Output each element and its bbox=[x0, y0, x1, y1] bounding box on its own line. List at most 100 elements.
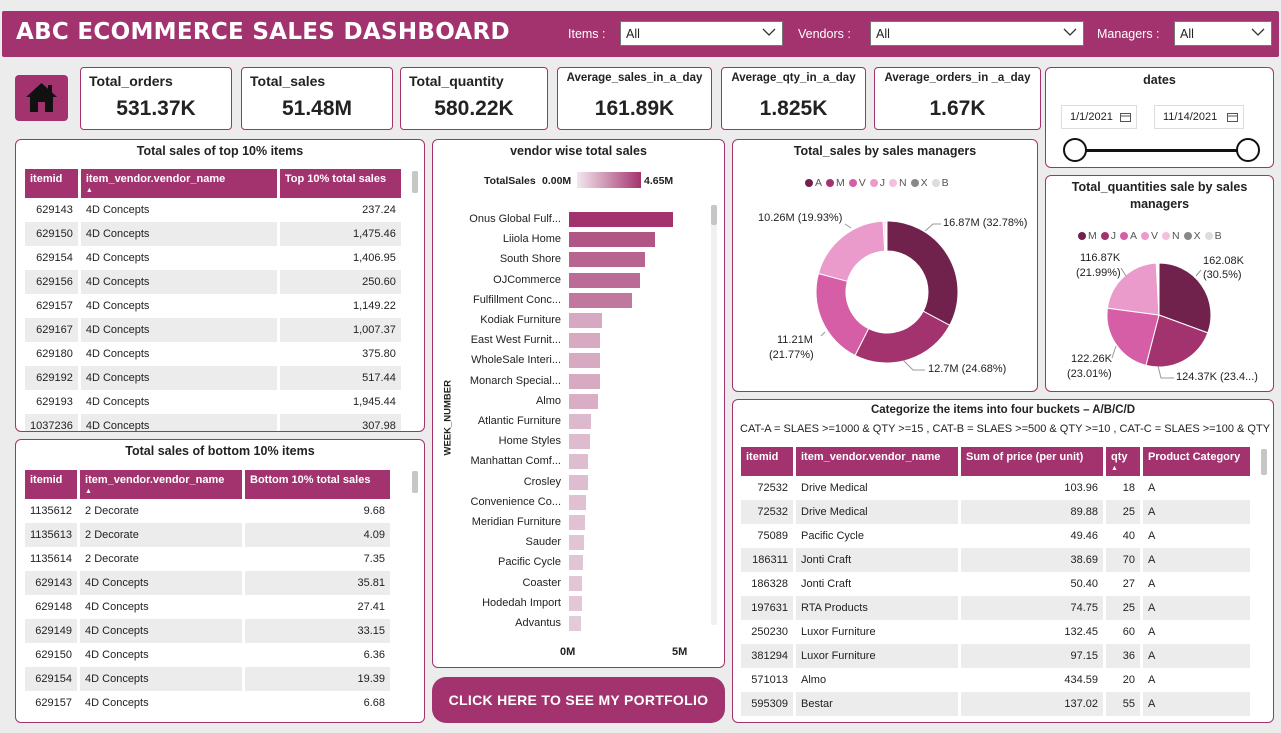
bar[interactable] bbox=[569, 515, 585, 530]
table-row[interactable]: 629148 4D Concepts 27.41 bbox=[25, 595, 394, 619]
table-row[interactable]: 186311 Jonti Craft 38.69 70 A bbox=[741, 548, 1253, 572]
table-row[interactable]: 629150 4D Concepts 1,475.46 bbox=[25, 222, 404, 246]
table-cell: 1,475.46 bbox=[279, 222, 404, 246]
table-row[interactable]: 1037236 4D Concepts 307.98 bbox=[25, 414, 404, 431]
table-row[interactable]: 629157 4D Concepts 1,149.22 bbox=[25, 294, 404, 318]
table-row[interactable]: 629143 4D Concepts 237.24 bbox=[25, 198, 404, 222]
bar-category-label: Manhattan Comf... bbox=[470, 455, 562, 468]
pie-slice-a[interactable] bbox=[886, 220, 959, 326]
bar[interactable] bbox=[569, 393, 599, 409]
table-row[interactable]: 629156 4D Concepts 250.60 bbox=[25, 270, 404, 294]
col-header-bottom-sales[interactable]: Bottom 10% total sales bbox=[245, 470, 394, 499]
col-header-itemid[interactable]: itemid bbox=[741, 447, 796, 476]
table-row[interactable]: 1135612 2 Decorate 9.68 bbox=[25, 499, 394, 523]
col-header-qty[interactable]: qty ▲ bbox=[1106, 447, 1143, 476]
pie-slice-v[interactable] bbox=[815, 272, 870, 357]
col-header-top-sales[interactable]: Top 10% total sales bbox=[279, 169, 404, 198]
chevron-down-icon bbox=[1251, 28, 1265, 36]
table-row[interactable]: 595309 Bestar 137.02 55 A bbox=[741, 692, 1253, 716]
table-row[interactable]: 629157 4D Concepts 6.68 bbox=[25, 691, 394, 715]
bar[interactable] bbox=[569, 313, 602, 328]
col-header-category[interactable]: Product Category bbox=[1143, 447, 1253, 476]
table-cell: 629143 bbox=[25, 571, 81, 595]
table-row[interactable]: 571013 Almo 434.59 20 A bbox=[741, 668, 1253, 692]
col-header-vendor[interactable]: item_vendor.vendor_name ▲ bbox=[80, 470, 246, 499]
table-cell: A bbox=[1143, 668, 1253, 692]
date-range-end-handle[interactable] bbox=[1236, 138, 1260, 162]
bar[interactable] bbox=[569, 595, 582, 611]
portfolio-button[interactable]: CLICK HERE TO SEE MY PORTFOLIO bbox=[432, 677, 725, 723]
scrollbar-thumb[interactable] bbox=[412, 171, 418, 193]
pie-slice-m[interactable] bbox=[854, 310, 951, 364]
bar[interactable] bbox=[569, 333, 601, 349]
bar[interactable] bbox=[569, 535, 584, 551]
table-row[interactable]: 629193 4D Concepts 1,945.44 bbox=[25, 390, 404, 414]
table-row[interactable]: 629192 4D Concepts 517.44 bbox=[25, 366, 404, 390]
table-row[interactable]: 72532 Drive Medical 89.88 25 A bbox=[741, 500, 1253, 524]
vendors-filter-select[interactable]: All bbox=[870, 21, 1084, 46]
bar[interactable] bbox=[569, 454, 589, 470]
col-header-itemid[interactable]: itemid bbox=[25, 169, 81, 198]
bar-category-label: East West Furnit... bbox=[470, 334, 561, 347]
pie-slice-b[interactable] bbox=[1157, 262, 1160, 316]
table-row[interactable]: 629154 4D Concepts 19.39 bbox=[25, 667, 394, 691]
dates-title: dates bbox=[1143, 73, 1176, 87]
bar[interactable] bbox=[569, 232, 655, 248]
bar[interactable] bbox=[569, 414, 591, 429]
bar[interactable] bbox=[569, 272, 641, 288]
table-row[interactable]: 1135613 2 Decorate 4.09 bbox=[25, 523, 394, 547]
table-cell: 1,149.22 bbox=[279, 294, 404, 318]
table-row[interactable]: 629143 4D Concepts 35.81 bbox=[25, 571, 394, 595]
table-row[interactable]: 629167 4D Concepts 1,007.37 bbox=[25, 318, 404, 342]
bar[interactable] bbox=[569, 575, 583, 591]
table-row[interactable]: 186328 Jonti Craft 50.40 27 A bbox=[741, 572, 1253, 596]
table-cell: 629167 bbox=[25, 318, 81, 342]
col-header-vendor[interactable]: item_vendor.vendor_name bbox=[796, 447, 961, 476]
table-cell: 25 bbox=[1106, 500, 1143, 524]
table-cell: 97.15 bbox=[961, 644, 1106, 668]
bar[interactable] bbox=[569, 292, 632, 308]
scrollbar-thumb[interactable] bbox=[412, 471, 418, 493]
table-row[interactable]: 381294 Luxor Furniture 97.15 36 A bbox=[741, 644, 1253, 668]
bar[interactable] bbox=[569, 494, 586, 510]
bar[interactable] bbox=[569, 212, 673, 227]
col-header-price[interactable]: Sum of price (per unit) bbox=[961, 447, 1106, 476]
bar[interactable] bbox=[569, 434, 590, 450]
table-row[interactable]: 72532 Drive Medical 103.96 18 A bbox=[741, 476, 1253, 500]
table-cell: 33.15 bbox=[245, 619, 394, 643]
table-row[interactable]: 1135614 2 Decorate 7.35 bbox=[25, 547, 394, 571]
bar[interactable] bbox=[569, 474, 588, 490]
top-items-panel: Total sales of top 10% items itemid item… bbox=[15, 139, 425, 432]
bar[interactable] bbox=[569, 555, 584, 571]
table-row[interactable]: 629150 4D Concepts 6.36 bbox=[25, 643, 394, 667]
scrollbar-track[interactable] bbox=[711, 205, 717, 625]
scrollbar-thumb[interactable] bbox=[711, 205, 717, 225]
table-cell: 4D Concepts bbox=[80, 342, 280, 366]
date-range-start-handle[interactable] bbox=[1063, 138, 1087, 162]
leader-line bbox=[924, 223, 941, 232]
items-filter-select[interactable]: All bbox=[620, 21, 783, 46]
pie-slice-j[interactable] bbox=[817, 220, 886, 282]
bar[interactable] bbox=[569, 616, 581, 631]
table-row[interactable]: 629154 4D Concepts 1,406.95 bbox=[25, 246, 404, 270]
table-row[interactable]: 629149 4D Concepts 33.15 bbox=[25, 619, 394, 643]
managers-filter-select[interactable]: All bbox=[1174, 21, 1272, 46]
bar[interactable] bbox=[569, 373, 601, 389]
table-row[interactable]: 250230 Luxor Furniture 132.45 60 A bbox=[741, 620, 1253, 644]
leader-line bbox=[1120, 267, 1127, 277]
table-cell: 629148 bbox=[25, 595, 81, 619]
start-date-input[interactable]: 1/1/2021 bbox=[1061, 105, 1137, 129]
end-date-input[interactable]: 11/14/2021 bbox=[1154, 105, 1244, 129]
bar[interactable] bbox=[569, 252, 646, 268]
table-row[interactable]: 629180 4D Concepts 375.80 bbox=[25, 342, 404, 366]
table-row[interactable]: 197631 RTA Products 74.75 25 A bbox=[741, 596, 1253, 620]
table-cell: 2 Decorate bbox=[80, 547, 246, 571]
col-header-itemid[interactable]: itemid bbox=[25, 470, 81, 499]
bar[interactable] bbox=[569, 353, 601, 369]
col-header-vendor[interactable]: item_vendor.vendor_name ▲ bbox=[80, 169, 280, 198]
pie-slice-b[interactable] bbox=[885, 220, 888, 252]
table-row[interactable]: 75089 Pacific Cycle 49.46 40 A bbox=[741, 524, 1253, 548]
leader-line bbox=[1157, 365, 1174, 379]
home-button[interactable] bbox=[15, 75, 68, 121]
scrollbar-thumb[interactable] bbox=[1261, 449, 1267, 475]
